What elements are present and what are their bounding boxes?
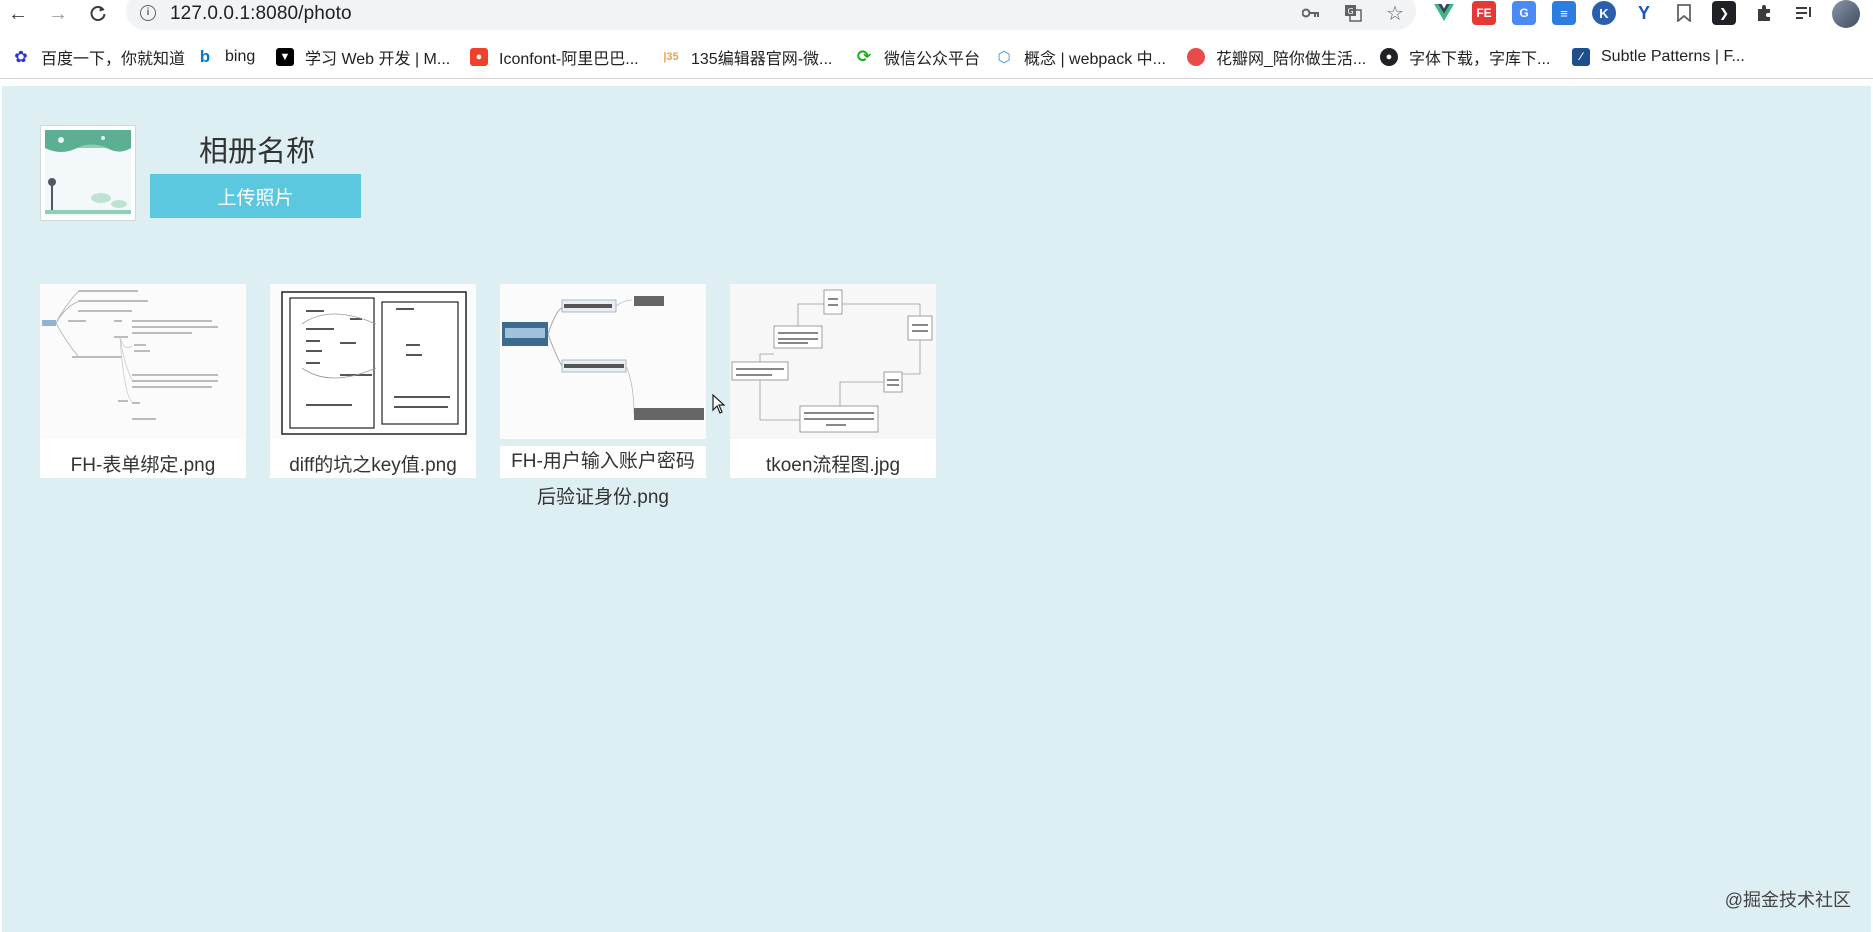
key-icon[interactable] — [1300, 2, 1322, 24]
bookmark-label: 概念 | webpack 中... — [1024, 51, 1166, 68]
iconfont-icon: ● — [470, 48, 488, 66]
address-url[interactable]: 127.0.0.1:8080/photo — [170, 3, 352, 25]
star-icon[interactable]: ☆ — [1384, 2, 1406, 25]
reading-list-icon[interactable] — [1792, 1, 1816, 25]
bookmark-label: 135编辑器官网-微... — [691, 51, 833, 68]
photo-name-line1: FH-用户输入账户密码 — [500, 446, 706, 478]
photo-name-line2: 后验证身份.png — [537, 487, 669, 508]
bookmark-label: 百度一下，你就知道 — [41, 51, 186, 68]
bing-icon: b — [199, 47, 211, 66]
bookmark-item[interactable]: ∕ Subtle Patterns | F... — [1572, 44, 1745, 70]
photo-card[interactable]: FH-用户输入账户密码 后验证身份.png — [500, 284, 706, 518]
mdn-icon: ▼ — [276, 48, 294, 66]
todoist-icon[interactable]: ≡ — [1552, 1, 1576, 25]
bookmark-item[interactable]: ⬡ 概念 | webpack 中... — [995, 44, 1166, 70]
baidu-paw-icon: ✿ — [14, 49, 28, 66]
bookmark-label: 微信公众平台 — [884, 51, 981, 68]
photo-thumbnail[interactable] — [40, 284, 246, 439]
bookmark-item[interactable]: |35 135编辑器官网-微... — [662, 44, 832, 70]
k-extension-icon[interactable]: K — [1592, 1, 1616, 25]
arrow-left-icon[interactable]: ← — [6, 2, 30, 26]
bookmark-item[interactable]: ⟳ 微信公众平台 — [855, 44, 980, 70]
bookmark-item[interactable]: ● Iconfont-阿里巴巴... — [470, 44, 639, 70]
album-cover-image — [40, 125, 136, 221]
bookmark-icon[interactable] — [1672, 1, 1696, 25]
watermark: @掘金技术社区 — [1724, 890, 1851, 910]
bookmark-item[interactable]: 花瓣网_陪你做生活... — [1187, 44, 1366, 70]
135-editor-icon: |35 — [663, 51, 679, 63]
bookmark-label: bing — [225, 48, 256, 65]
photo-name: FH-表单绑定.png — [70, 455, 216, 476]
address-bar[interactable]: i 127.0.0.1:8080/photo G ☆ — [126, 0, 1416, 30]
arrow-right-icon[interactable]: → — [46, 2, 70, 26]
svg-text:G: G — [1348, 7, 1354, 16]
fe-helper-icon[interactable]: FE — [1472, 1, 1496, 25]
bookmark-label: Iconfont-阿里巴巴... — [499, 51, 639, 68]
arrow-ext-icon[interactable]: ❯ — [1712, 1, 1736, 25]
bookmark-label: Subtle Patterns | F... — [1601, 48, 1745, 65]
bookmark-item[interactable]: b bing — [196, 44, 255, 70]
translate-icon[interactable]: G — [1342, 2, 1364, 24]
photo-name: diff的坑之key值.png — [289, 455, 457, 476]
photo-card[interactable]: diff的坑之key值.png — [270, 284, 476, 478]
info-icon[interactable]: i — [140, 5, 156, 21]
v-extension-icon[interactable]: Y — [1632, 1, 1656, 25]
bookmark-label: 花瓣网_陪你做生活... — [1216, 51, 1367, 68]
profile-avatar[interactable] — [1832, 0, 1860, 28]
mouse-cursor-icon — [712, 394, 726, 414]
globe-icon: ● — [1380, 48, 1398, 66]
google-translate-icon[interactable]: G — [1512, 1, 1536, 25]
photo-name: tkoen流程图.jpg — [765, 455, 901, 476]
bookmark-item[interactable]: ● 字体下载，字库下... — [1380, 44, 1550, 70]
wechat-mp-icon: ⟳ — [856, 47, 872, 66]
upload-photo-button[interactable]: 上传照片 — [150, 174, 361, 218]
bookmark-item[interactable]: ▼ 学习 Web 开发 | M... — [276, 44, 450, 70]
vue-devtools-icon[interactable] — [1432, 1, 1456, 25]
photo-card[interactable]: FH-表单绑定.png — [40, 284, 246, 478]
photo-name: FH-用户输入账户密码 后验证身份.png — [500, 446, 706, 518]
bookmark-label: 字体下载，字库下... — [1409, 51, 1551, 68]
photo-card[interactable]: tkoen流程图.jpg — [730, 284, 936, 478]
album-title: 相册名称 — [199, 136, 316, 168]
browser-toolbar: ← → i 127.0.0.1:8080/photo G ☆ FE G ≡ K … — [0, 0, 1873, 30]
photo-thumbnail[interactable] — [270, 284, 476, 439]
photo-thumbnail[interactable] — [500, 284, 706, 439]
subtle-patterns-icon: ∕ — [1572, 48, 1590, 66]
bookmarks-bar: ✿ 百度一下，你就知道 b bing ▼ 学习 Web 开发 | M... ● … — [0, 38, 1873, 79]
webpack-icon: ⬡ — [997, 49, 1011, 66]
puzzle-icon[interactable] — [1752, 1, 1776, 25]
huaban-icon — [1187, 48, 1205, 66]
bookmark-item[interactable]: ✿ 百度一下，你就知道 — [12, 44, 185, 70]
photo-thumbnail[interactable] — [730, 284, 936, 439]
page-content: 相册名称 上传照片 FH-表单绑定.png diff的坑之key值.png FH… — [2, 86, 1871, 932]
bookmark-label: 学习 Web 开发 | M... — [305, 51, 451, 68]
reload-icon[interactable] — [86, 2, 110, 26]
